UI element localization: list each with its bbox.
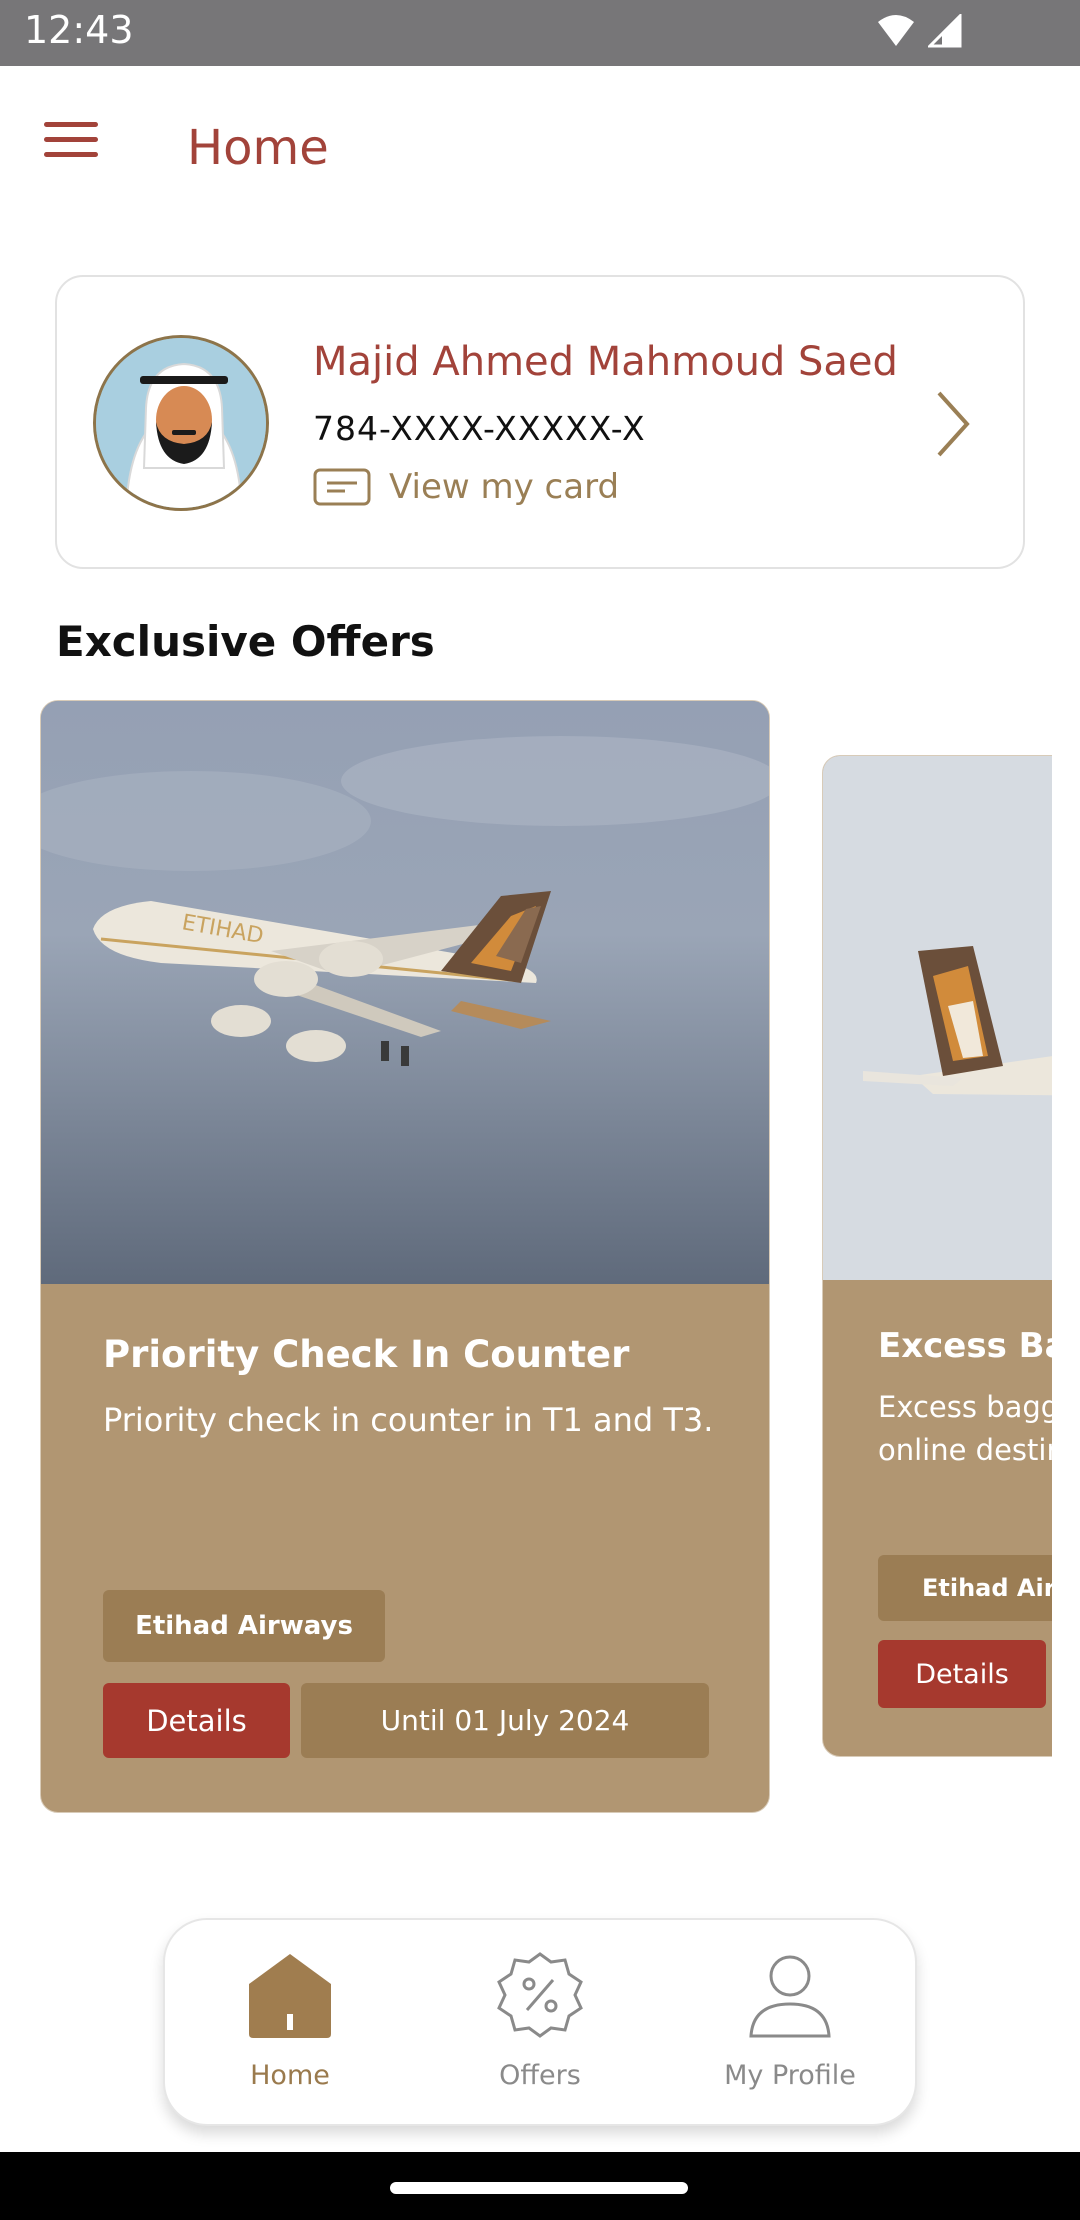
app-bar: Home [0,66,1080,236]
offers-badge-icon [497,1952,583,2038]
details-button[interactable]: Details [878,1640,1046,1708]
person-icon [749,1955,831,2038]
profile-name: Majid Ahmed Mahmoud Saed [313,339,898,385]
nav-item-offers[interactable]: Offers [415,1920,665,2124]
view-my-card-label: View my card [389,467,620,507]
nav-item-home[interactable]: Home [165,1920,415,2124]
exclusive-offers-heading: Exclusive Offers [56,617,435,666]
offer-title: Priority Check In Counter [103,1333,630,1376]
airplane-image: ETIHAD [41,701,769,1284]
offer-card[interactable]: ETIHAD Priority Check In Counter Priorit… [40,700,770,1813]
cellular-signal-icon [928,14,962,48]
nav-label-offers: Offers [499,2060,581,2091]
offer-photo: ETIHAD [41,701,769,1284]
offer-description: Priority check in counter in T1 and T3. [103,1401,714,1439]
offer-photo [823,756,1052,1280]
status-time: 12:43 [24,8,134,52]
details-button[interactable]: Details [103,1683,290,1758]
chevron-right-icon[interactable] [933,389,973,459]
view-my-card-link[interactable]: View my card [313,467,619,507]
validity-chip: Until 01 July 2024 [301,1683,709,1758]
offer-description-line: online destina [878,1433,1052,1467]
user-avatar-illustration [96,338,266,508]
system-gesture-bar [0,2152,1080,2220]
offer-description-line: Excess bagga [878,1390,1052,1424]
nav-label-my-profile: My Profile [724,2060,856,2091]
profile-card[interactable]: Majid Ahmed Mahmoud Saed 784-XXXX-XXXXX-… [55,275,1025,569]
offer-title: Excess Bagg [878,1326,1052,1366]
id-card-icon [313,468,371,506]
nav-label-home: Home [250,2060,330,2091]
offer-card[interactable]: Excess Bagg Excess bagga online destina … [822,755,1052,1757]
nav-item-my-profile[interactable]: My Profile [665,1920,915,2124]
airplane-tail-image [823,756,1052,1280]
menu-icon[interactable] [44,122,98,166]
home-gesture-handle[interactable] [390,2182,688,2194]
avatar [93,335,269,511]
offer-description: Excess bagga online destina [878,1386,1052,1472]
bottom-navigation: Home Offers My Profile [163,1918,917,2126]
home-icon [249,1954,331,2038]
partner-chip: Etihad Airways [103,1590,385,1662]
wifi-icon [878,15,914,46]
status-icons [876,14,962,48]
partner-chip: Etihad Airwa [878,1555,1052,1621]
page-title: Home [187,120,329,176]
emirates-id-number: 784-XXXX-XXXXX-X [313,409,646,448]
status-bar: 12:43 [0,0,1080,66]
